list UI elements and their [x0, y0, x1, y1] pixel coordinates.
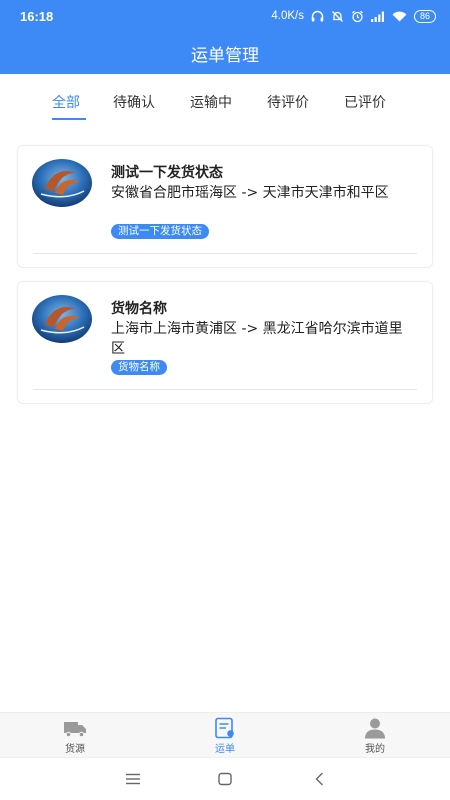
- tab-in-transit[interactable]: 运输中: [190, 92, 232, 112]
- nav-item-me[interactable]: 我的: [330, 713, 420, 758]
- home-icon[interactable]: [215, 770, 235, 788]
- cargo-name: 测试一下发货状态: [111, 165, 223, 181]
- card-divider: [33, 253, 417, 254]
- battery-indicator: 86: [413, 9, 436, 23]
- nav-label: 货源: [65, 744, 85, 755]
- nav-label: 我的: [365, 744, 385, 755]
- route-text: 上海市上海市黄浦区 -> 黑龙江省哈尔滨市道里区: [111, 321, 403, 357]
- order-card[interactable]: 测试一下发货状态 安徽省合肥市瑶海区 -> 天津市天津市和平区 测试一下发货状态: [17, 145, 433, 268]
- cargo-name: 货物名称: [111, 301, 167, 317]
- waybill-icon: [215, 717, 234, 739]
- tab-reviewed[interactable]: 已评价: [344, 92, 386, 112]
- nav-item-waybill[interactable]: 运单: [180, 713, 270, 758]
- headphones-icon: [311, 10, 324, 22]
- menu-icon[interactable]: [123, 770, 143, 788]
- company-logo: [32, 295, 92, 343]
- tab-all[interactable]: 全部: [52, 92, 80, 112]
- cargo-tag: 测试一下发货状态: [111, 224, 209, 239]
- back-icon[interactable]: [310, 770, 330, 788]
- header: 运单管理: [0, 32, 450, 74]
- truck-icon: [64, 722, 86, 738]
- page-title: 运单管理: [191, 45, 259, 66]
- active-tab-indicator: [52, 118, 86, 120]
- signal-icon: [370, 11, 385, 22]
- nav-item-cargo-source[interactable]: 货源: [30, 713, 120, 758]
- person-icon: [365, 718, 385, 739]
- order-card[interactable]: 货物名称 上海市上海市黄浦区 -> 黑龙江省哈尔滨市道里区 货物名称: [17, 281, 433, 404]
- network-speed: 4.0K/s: [271, 10, 304, 22]
- status-tabs: 全部 待确认 运输中 待评价 已评价: [0, 74, 450, 130]
- tab-pending-review[interactable]: 待评价: [267, 92, 309, 112]
- alarm-icon: [351, 10, 364, 23]
- tab-pending-confirm[interactable]: 待确认: [113, 92, 155, 112]
- status-bar: 16:18 4.0K/s 86: [0, 0, 450, 32]
- bottom-nav: 货源 运单 我的: [0, 712, 450, 757]
- company-logo: [32, 159, 92, 207]
- mute-bell-icon: [331, 10, 344, 23]
- card-divider: [33, 389, 417, 390]
- cargo-tag: 货物名称: [111, 360, 167, 375]
- system-nav-bar: [0, 757, 450, 800]
- status-icons: 4.0K/s 86: [271, 9, 436, 23]
- nav-label: 运单: [215, 744, 235, 755]
- status-time: 16:18: [20, 8, 54, 24]
- route-text: 安徽省合肥市瑶海区 -> 天津市天津市和平区: [111, 185, 389, 201]
- wifi-icon: [392, 11, 407, 22]
